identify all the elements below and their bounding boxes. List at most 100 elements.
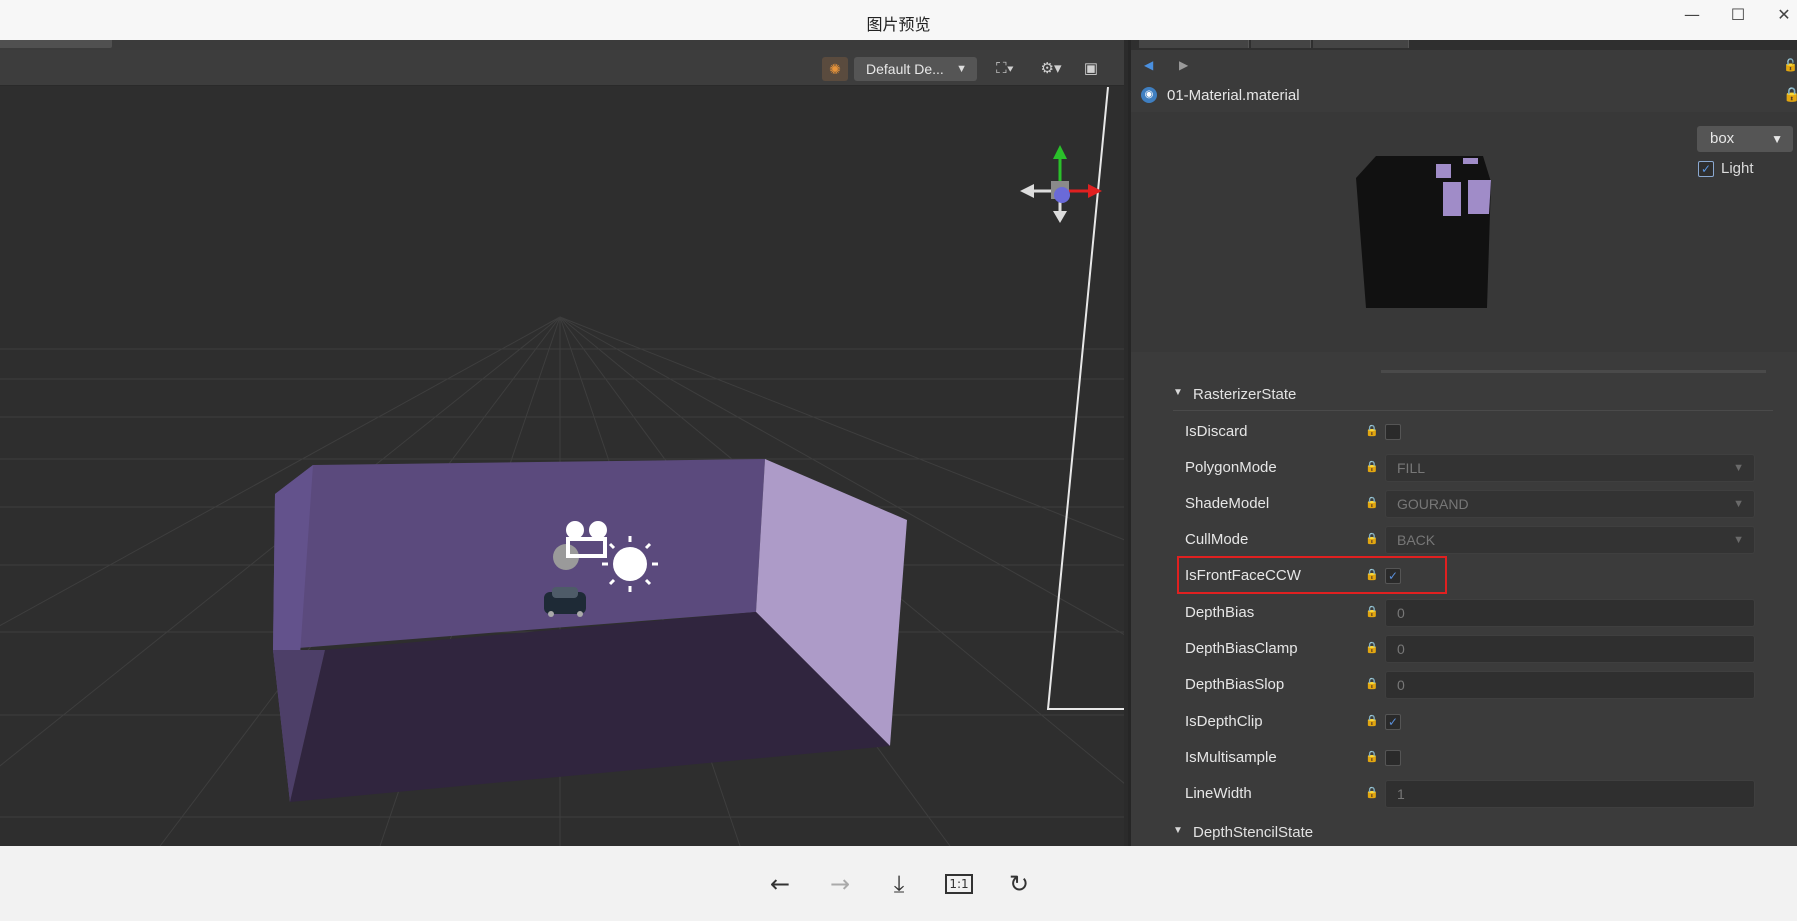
tab-tertiary[interactable] [1313, 40, 1409, 48]
section-divider [1173, 410, 1773, 411]
prop-depthbiasslop: DepthBiasSlop 🔒 0 [1185, 670, 1785, 700]
back-arrow-icon[interactable]: ◀ [1144, 56, 1153, 74]
screenshot-content: ✺ Default De... ▼ ⛶▾ ⚙▾ ▣ ◀ ▶ 🔓 ◉ 01-Mat… [0, 40, 1797, 846]
camera-icon[interactable]: ⛶▾ [990, 57, 1020, 81]
prop-label: ShadeModel [1185, 495, 1270, 512]
chevron-down-icon: ▼ [1733, 462, 1744, 474]
minimize-button[interactable]: — [1676, 4, 1708, 26]
prop-depthbias: DepthBias 🔒 0 [1185, 598, 1785, 628]
linewidth-input[interactable]: 1 [1385, 780, 1755, 808]
light-checkbox[interactable]: ✓ [1698, 161, 1714, 177]
prop-label: DepthBiasSlop [1185, 676, 1285, 693]
asset-name: 01-Material.material [1167, 87, 1300, 104]
tab-secondary[interactable] [1251, 40, 1311, 48]
orientation-gizmo[interactable] [1020, 145, 1102, 223]
scene-panel: ✺ Default De... ▼ ⛶▾ ⚙▾ ▣ [0, 40, 1124, 846]
lock-icon[interactable]: 🔒 [1365, 714, 1379, 727]
prop-depthbiasclamp: DepthBiasClamp 🔒 0 [1185, 634, 1785, 664]
prop-shademodel: ShadeModel 🔒 GOURAND ▼ [1185, 489, 1785, 519]
tab-properties[interactable] [1139, 40, 1249, 48]
ismultisample-checkbox[interactable] [1385, 750, 1401, 766]
prop-label: IsDepthClip [1185, 713, 1263, 730]
lock-icon[interactable]: 🔒 [1365, 786, 1379, 799]
rotate-button[interactable]: ↻ [999, 866, 1039, 902]
prop-linewidth: LineWidth 🔒 1 [1185, 779, 1785, 809]
scene-viewport[interactable] [0, 86, 1124, 846]
lock-icon[interactable]: 🔒 [1365, 532, 1379, 545]
download-button[interactable]: ⤓ [879, 866, 919, 902]
unlock-icon[interactable]: 🔓 [1783, 56, 1797, 74]
close-button[interactable]: ✕ [1768, 4, 1797, 26]
prop-label: LineWidth [1185, 785, 1252, 802]
prop-label: CullMode [1185, 531, 1249, 548]
asset-header: ◉ 01-Material.material 🔒 [1131, 80, 1797, 110]
isdiscard-checkbox[interactable] [1385, 424, 1401, 440]
preview-box-render [1356, 156, 1491, 308]
prop-cullmode: CullMode 🔒 BACK ▼ [1185, 525, 1785, 555]
previous-image-button[interactable]: ← [760, 866, 800, 902]
depthbias-input[interactable]: 0 [1385, 599, 1755, 627]
scene-toolbar: ✺ Default De... ▼ ⛶▾ ⚙▾ ▣ [0, 50, 1124, 86]
scene-tab[interactable] [0, 40, 112, 48]
lock-icon[interactable]: 🔒 [1365, 460, 1379, 473]
material-preview: box ▼ ✓ Light [1131, 112, 1797, 352]
next-image-button[interactable]: → [820, 866, 860, 902]
prop-isdiscard: IsDiscard 🔒 [1185, 417, 1785, 447]
section-label: RasterizerState [1193, 386, 1297, 403]
chevron-down-icon: ▼ [1173, 825, 1183, 836]
window-title: 图片预览 [866, 15, 931, 34]
prop-ismultisample: IsMultisample 🔒 [1185, 743, 1785, 773]
lock-icon[interactable]: 🔒 [1365, 677, 1379, 690]
prop-isdepthclip: IsDepthClip 🔒 ✓ [1185, 707, 1785, 737]
chevron-down-icon: ▼ [1771, 132, 1783, 146]
section-label: DepthStencilState [1193, 824, 1314, 841]
polygonmode-value: FILL [1397, 460, 1426, 476]
layout-icon[interactable]: ▣ [1080, 57, 1102, 81]
lock-icon[interactable]: 🔒 [1365, 496, 1379, 509]
lock-icon[interactable]: 🔒 [1365, 750, 1379, 763]
shademodel-value: GOURAND [1397, 496, 1469, 512]
cullmode-value: BACK [1397, 532, 1436, 548]
inspector-tab-strip [1131, 40, 1797, 50]
preview-resize-handle[interactable] [1381, 370, 1766, 373]
chevron-down-icon: ▼ [1733, 534, 1744, 546]
material-icon: ◉ [1141, 87, 1157, 103]
prop-polygonmode: PolygonMode 🔒 FILL ▼ [1185, 453, 1785, 483]
inspector-nav: ◀ ▶ 🔓 [1131, 50, 1797, 80]
lock-icon[interactable]: 🔒 [1365, 641, 1379, 654]
viewer-toolbar: ← → ⤓ 1:1 ↻ [0, 846, 1797, 921]
scene-render [0, 86, 1124, 846]
polygonmode-select[interactable]: FILL ▼ [1385, 454, 1755, 482]
device-select[interactable]: Default De... ▼ [854, 57, 977, 81]
forward-arrow-icon[interactable]: ▶ [1179, 56, 1188, 74]
lock-icon[interactable]: 🔒 [1365, 424, 1379, 437]
depthbiasclamp-input[interactable]: 0 [1385, 635, 1755, 663]
device-select-value: Default De... [866, 61, 944, 77]
sun-icon[interactable]: ✺ [822, 57, 848, 81]
gear-icon[interactable]: ⚙▾ [1036, 57, 1066, 81]
prop-label: DepthBiasClamp [1185, 640, 1298, 657]
chevron-down-icon: ▼ [956, 63, 967, 75]
preview-mesh-select[interactable]: box ▼ [1697, 126, 1793, 152]
lock-icon[interactable]: 🔒 [1783, 86, 1797, 103]
chevron-down-icon: ▼ [1173, 387, 1183, 398]
actual-size-label: 1:1 [945, 874, 973, 894]
preview-mesh-value: box [1710, 130, 1735, 147]
depthbiasslop-input[interactable]: 0 [1385, 671, 1755, 699]
shademodel-select[interactable]: GOURAND ▼ [1385, 490, 1755, 518]
actual-size-button[interactable]: 1:1 [939, 866, 979, 902]
prop-label: DepthBias [1185, 604, 1255, 621]
light-label: Light [1721, 160, 1754, 177]
prop-label: IsDiscard [1185, 423, 1248, 440]
inspector-panel: ◀ ▶ 🔓 ◉ 01-Material.material 🔒 box ▼ ✓ L… [1128, 40, 1797, 846]
chevron-down-icon: ▼ [1733, 498, 1744, 510]
cullmode-select[interactable]: BACK ▼ [1385, 526, 1755, 554]
viewer-titlebar: 图片预览 — ☐ ✕ [0, 0, 1797, 40]
isdepthclip-checkbox[interactable]: ✓ [1385, 714, 1401, 730]
prop-label: IsMultisample [1185, 749, 1277, 766]
prop-label: PolygonMode [1185, 459, 1277, 476]
scene-tab-strip [0, 40, 1124, 50]
maximize-button[interactable]: ☐ [1722, 4, 1754, 26]
lock-icon[interactable]: 🔒 [1365, 605, 1379, 618]
annotation-highlight-box [1177, 556, 1447, 594]
